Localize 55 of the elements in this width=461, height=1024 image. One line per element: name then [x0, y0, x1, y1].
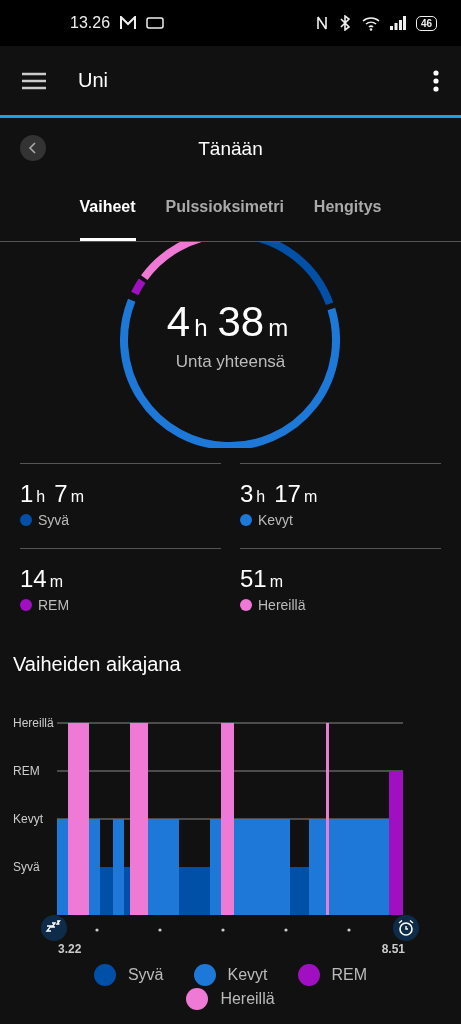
- duration-unit: m: [303, 488, 318, 506]
- duration-value: 3: [240, 480, 254, 508]
- menu-icon[interactable]: [22, 71, 46, 90]
- time-tick: [347, 928, 351, 932]
- signal-icon: [389, 16, 406, 30]
- minutes-unit: m: [268, 314, 289, 342]
- duration-value: 1: [20, 480, 34, 508]
- status-time: 13.26: [70, 14, 111, 32]
- duration-unit: m: [70, 488, 84, 506]
- tab[interactable]: Vaiheet: [79, 180, 136, 241]
- level-label: REM: [13, 764, 40, 778]
- legend-label: Hereillä: [220, 990, 275, 1008]
- sleep-start-icon: [41, 915, 67, 941]
- mail-icon: [120, 16, 137, 30]
- bluetooth-icon: [337, 15, 352, 31]
- duration-value: 17: [274, 480, 301, 508]
- screen-title: Uni: [78, 69, 108, 92]
- chevron-left-icon: [28, 142, 38, 154]
- legend-label: REM: [331, 966, 368, 984]
- level-label: Syvä: [13, 860, 40, 874]
- total-hours: 4: [166, 298, 191, 346]
- battery-level: 46: [415, 15, 437, 31]
- stage-name: Hereillä: [258, 597, 306, 613]
- legend-label: Kevyt: [227, 966, 268, 984]
- duration-value: 51: [240, 565, 267, 593]
- alarm-clock-icon: [393, 915, 419, 941]
- back-button[interactable]: [20, 135, 46, 161]
- time-tick: [221, 928, 225, 932]
- more-options-icon[interactable]: [433, 69, 439, 92]
- start-time: 3.22: [58, 942, 82, 956]
- duration-unit: m: [49, 573, 64, 591]
- legend-label: Syvä: [127, 966, 164, 984]
- time-tick: [95, 928, 99, 932]
- stage-name: Kevyt: [258, 512, 293, 528]
- duration-unit: h: [36, 488, 46, 506]
- stage-name: Syvä: [38, 512, 70, 528]
- duration-unit: m: [269, 573, 284, 591]
- nfc-icon: [315, 15, 328, 31]
- total-minutes: 38: [217, 298, 265, 346]
- tab[interactable]: Hengitys: [313, 180, 382, 241]
- time-tick: [284, 928, 288, 932]
- timeline-title: Vaiheiden aikajana: [12, 653, 182, 676]
- stage-name: REM: [38, 597, 70, 613]
- level-label: Kevyt: [13, 812, 43, 826]
- hours-unit: h: [194, 314, 208, 342]
- duration-value: 14: [20, 565, 47, 593]
- date-title: Tänään: [198, 138, 263, 160]
- time-tick: [158, 928, 162, 932]
- tab[interactable]: Pulssioksimetri: [165, 180, 284, 241]
- total-label: Unta yhteensä: [175, 352, 286, 372]
- level-label: Hereillä: [13, 716, 54, 730]
- wifi-icon: [361, 15, 380, 31]
- end-time: 8.51: [381, 942, 405, 956]
- duration-value: 7: [54, 480, 68, 508]
- duration-unit: h: [256, 488, 266, 506]
